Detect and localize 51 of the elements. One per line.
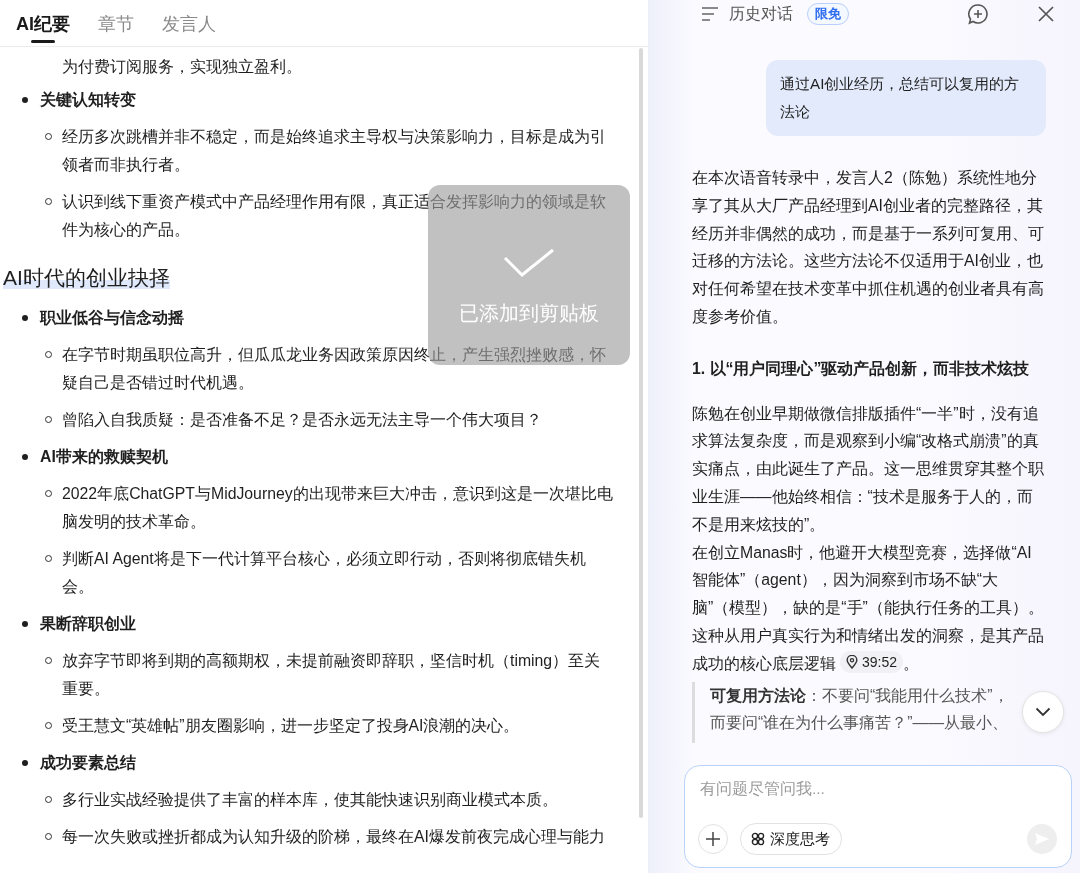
answer-paragraph: 在创立Manas时，他避开大模型竞赛，选择做“AI智能体”（agent），因为洞察到市场不缺“大脑”（模型），缺的是“手”（能执行任务的工具）。这种从用户真实行为和情绪出发的洞察，是其产品成功的核心底层逻辑 39:52 。 xyxy=(692,542,1045,675)
tab[interactable]: AI纪要 xyxy=(16,0,70,40)
list-text: 多行业实战经验提供了丰富的样本库，使其能快速识别商业模式本质。 xyxy=(62,790,558,810)
checkmark-icon xyxy=(503,248,555,278)
bullet-heading: 果断辞职创业 xyxy=(40,614,136,634)
history-title[interactable]: 历史对话 xyxy=(729,3,793,25)
atom-icon xyxy=(751,832,765,846)
bullet-icon xyxy=(22,621,28,627)
free-badge: 限免 xyxy=(807,3,849,25)
bullet-heading: 职业低谷与信念动摇 xyxy=(40,308,184,328)
list-text: 放弃字节即将到期的高额期权，未提前融资即辞职，坚信时机（timing）至关重要。 xyxy=(62,651,602,699)
tab[interactable]: 发言人 xyxy=(162,0,216,40)
bullet-heading: 关键认知转变 xyxy=(40,90,136,110)
close-button[interactable] xyxy=(1037,5,1055,23)
location-pin-icon xyxy=(846,654,858,669)
new-chat-button[interactable] xyxy=(967,3,989,25)
add-button[interactable] xyxy=(698,824,728,854)
bullet-heading: 成功要素总结 xyxy=(40,753,136,773)
bullet-icon xyxy=(22,315,28,321)
chat-input[interactable]: 有问题尽管问我... 深度思考 xyxy=(684,765,1072,868)
bullet-icon xyxy=(22,760,28,766)
list-text: 2022年底ChatGPT与MidJourney的出现带来巨大冲击，意识到这是一次堪比电脑发明的技术革命。 xyxy=(62,484,614,532)
list-text: 受王慧文“英雄帖”朋友圈影响，进一步坚定了投身AI浪潮的决心。 xyxy=(62,716,520,736)
toast-text: 已添加到剪贴板 xyxy=(459,301,599,326)
bullet-heading: AI带来的救赎契机 xyxy=(40,447,168,467)
list-text: 认识到线下重资产模式中产品经理作用有限，真正适合发挥影响力的领域是软件为核心的产品。 xyxy=(62,192,607,240)
chevron-down-icon xyxy=(1035,707,1051,717)
scrollbar[interactable] xyxy=(639,48,643,818)
plus-icon xyxy=(706,832,720,846)
section-heading: AI时代的创业抉择 xyxy=(3,266,170,289)
quote-text: 可复用方法论：不要问“我能用什么技术”， xyxy=(710,685,1009,706)
quote-text: 而要问“谁在为什么事痛苦？”——从最小、 xyxy=(710,713,1009,734)
answer-paragraph: 在本次语音转录中，发言人2（陈勉）系统性地分享了其从大厂产品经理到AI创业者的完整路径，其经历并非偶然的成功，而是基于一系列可复用、可迁移的方法论。这些方法论不仅适用于AI创业，也对任何希望在技术变革中抓住机遇的创业者具有高度参考价值。 xyxy=(692,168,1045,327)
list-text: 每一次失败或挫折都成为认知升级的阶梯，最终在AI爆发前夜完成心理与能力 xyxy=(62,827,605,847)
tab[interactable]: 章节 xyxy=(98,0,134,40)
scroll-down-button[interactable] xyxy=(1022,691,1064,733)
bullet-icon xyxy=(22,454,28,460)
list-text: 经历多次跳槽并非不稳定，而是始终追求主导权与决策影响力，目标是成为引领者而非执行者。 xyxy=(62,127,607,175)
list-text: 在字节时期虽职位高升，但瓜瓜龙业务因政策原因终止，产生强烈挫败感，怀疑自己是否错过时代机遇。 xyxy=(62,345,607,393)
deep-think-button[interactable]: 深度思考 xyxy=(740,823,842,855)
answer-heading: 1. 以“用户同理心”驱动产品创新，而非技术炫技 xyxy=(692,358,1031,379)
bullet-icon xyxy=(22,97,28,103)
list-text: 为付费订阅服务，实现独立盈利。 xyxy=(61,57,303,77)
user-message: 通过AI创业经历，总结可以复用的方法论 xyxy=(766,60,1046,136)
menu-icon[interactable] xyxy=(701,6,719,22)
list-text: 判断AI Agent将是下一代计算平台核心，必须立即行动，否则将彻底错失机会。 xyxy=(62,549,587,597)
answer-paragraph: 陈勉在创业早期做微信排版插件“一半”时，没有追求算法复杂度，而是观察到小编“改格式崩溃”的真实痛点，由此诞生了产品。这一思维贯穿其整个职业生涯——他始终相信：“技术是服务于人的，而不是用来炫技的”。 xyxy=(692,403,1045,535)
timestamp-link[interactable]: 39:52 xyxy=(840,650,904,673)
list-text: 曾陷入自我质疑：是否准备不足？是否永远无法主导一个伟大项目？ xyxy=(62,410,542,430)
close-icon xyxy=(1037,5,1055,23)
add-chat-icon xyxy=(967,3,989,25)
